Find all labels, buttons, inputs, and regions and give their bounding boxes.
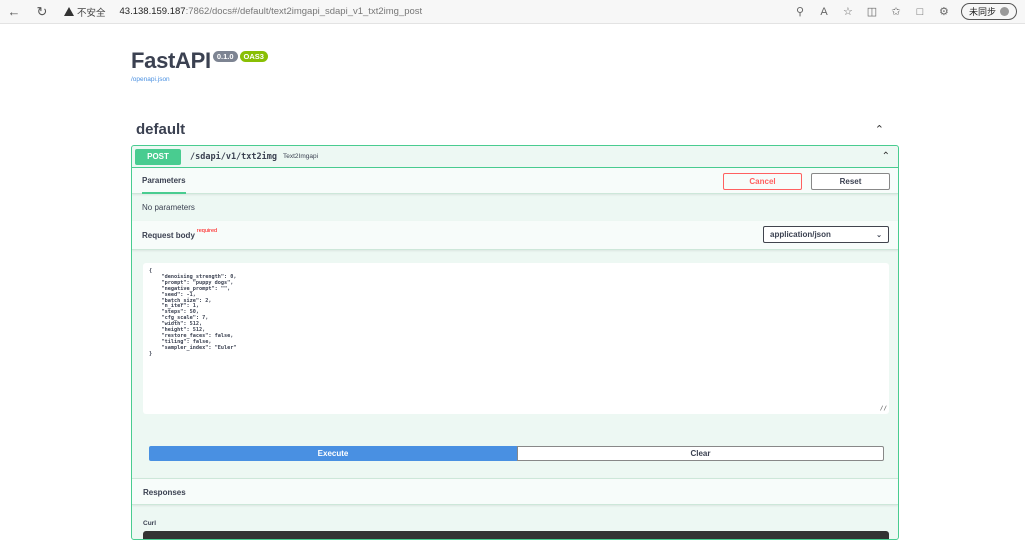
operation-description: Text2Imgapi xyxy=(283,153,319,160)
collections-icon[interactable]: □ xyxy=(913,6,927,18)
back-arrow-icon[interactable]: ← xyxy=(4,4,24,19)
read-aloud-icon[interactable]: A xyxy=(817,6,831,18)
avatar-icon xyxy=(1000,7,1009,16)
tag-section-header[interactable]: default ⌃ xyxy=(131,116,889,142)
chevron-down-icon: ⌄ xyxy=(876,231,882,239)
content-type-select[interactable]: application/json ⌄ xyxy=(763,226,889,243)
curl-code-block xyxy=(143,531,889,539)
zoom-icon[interactable]: ⚲ xyxy=(793,5,807,18)
chevron-up-icon[interactable]: ⌃ xyxy=(882,151,890,162)
request-body-header: Request body required application/json ⌄ xyxy=(132,221,898,250)
security-label: 不安全 xyxy=(77,7,106,19)
favorites-list-icon[interactable]: ✩ xyxy=(889,5,903,18)
request-body-json: { "denoising_strength": 0, "prompt": "pu… xyxy=(149,268,237,357)
request-body-editor[interactable]: { "denoising_strength": 0, "prompt": "pu… xyxy=(143,263,889,414)
browser-toolbar: ← ↻ 不安全 43.138.159.187:7862/docs#/defaul… xyxy=(0,0,1025,24)
browser-tools: ⚲ A ☆ ◫ ✩ □ ⚙ 未同步 xyxy=(793,3,1017,20)
tab-parameters[interactable]: Parameters xyxy=(142,168,186,194)
api-info: FastAPI 0.1.0 OAS3 /openapi.json xyxy=(131,48,268,83)
required-marker: required xyxy=(196,228,218,234)
reset-button[interactable]: Reset xyxy=(811,173,890,190)
version-badge: 0.1.0 xyxy=(212,51,238,62)
reload-icon[interactable]: ↻ xyxy=(32,4,52,20)
warning-triangle-icon xyxy=(64,7,74,16)
profile-sync-button[interactable]: 未同步 xyxy=(960,3,1017,20)
curl-label: Curl xyxy=(143,520,156,527)
favorite-star-icon[interactable]: ☆ xyxy=(841,5,855,18)
address-bar[interactable]: 43.138.159.187:7862/docs#/default/text2i… xyxy=(120,6,423,17)
operation-block: POST /sdapi/v1/txt2img Text2Imgapi ⌃ Par… xyxy=(131,145,899,540)
no-parameters-text: No parameters xyxy=(142,203,195,212)
method-badge: POST xyxy=(135,148,181,165)
resize-handle-icon[interactable]: ∕∕ xyxy=(880,406,887,412)
security-indicator[interactable]: 不安全 xyxy=(64,5,106,19)
sync-label: 未同步 xyxy=(968,7,996,17)
operation-path: /sdapi/v1/txt2img xyxy=(190,151,277,162)
execute-button[interactable]: Execute xyxy=(149,446,517,461)
responses-header: Responses xyxy=(132,478,898,505)
chevron-up-icon[interactable]: ⌃ xyxy=(875,123,884,136)
url-path: :7862/docs#/default/text2imgapi_sdapi_v1… xyxy=(185,6,423,17)
clear-button[interactable]: Clear xyxy=(517,446,884,461)
split-screen-icon[interactable]: ◫ xyxy=(865,5,879,18)
extensions-icon[interactable]: ⚙ xyxy=(937,5,951,18)
oas-badge: OAS3 xyxy=(239,51,268,62)
tag-name: default xyxy=(136,120,186,138)
request-body-title: Request body xyxy=(142,230,195,240)
content-type-value: application/json xyxy=(770,230,831,239)
operation-summary[interactable]: POST /sdapi/v1/txt2img Text2Imgapi ⌃ xyxy=(132,146,898,168)
url-host: 43.138.159.187 xyxy=(119,6,186,17)
cancel-button[interactable]: Cancel xyxy=(723,173,802,190)
api-title: FastAPI xyxy=(131,48,211,73)
openapi-json-link[interactable]: /openapi.json xyxy=(131,76,268,83)
